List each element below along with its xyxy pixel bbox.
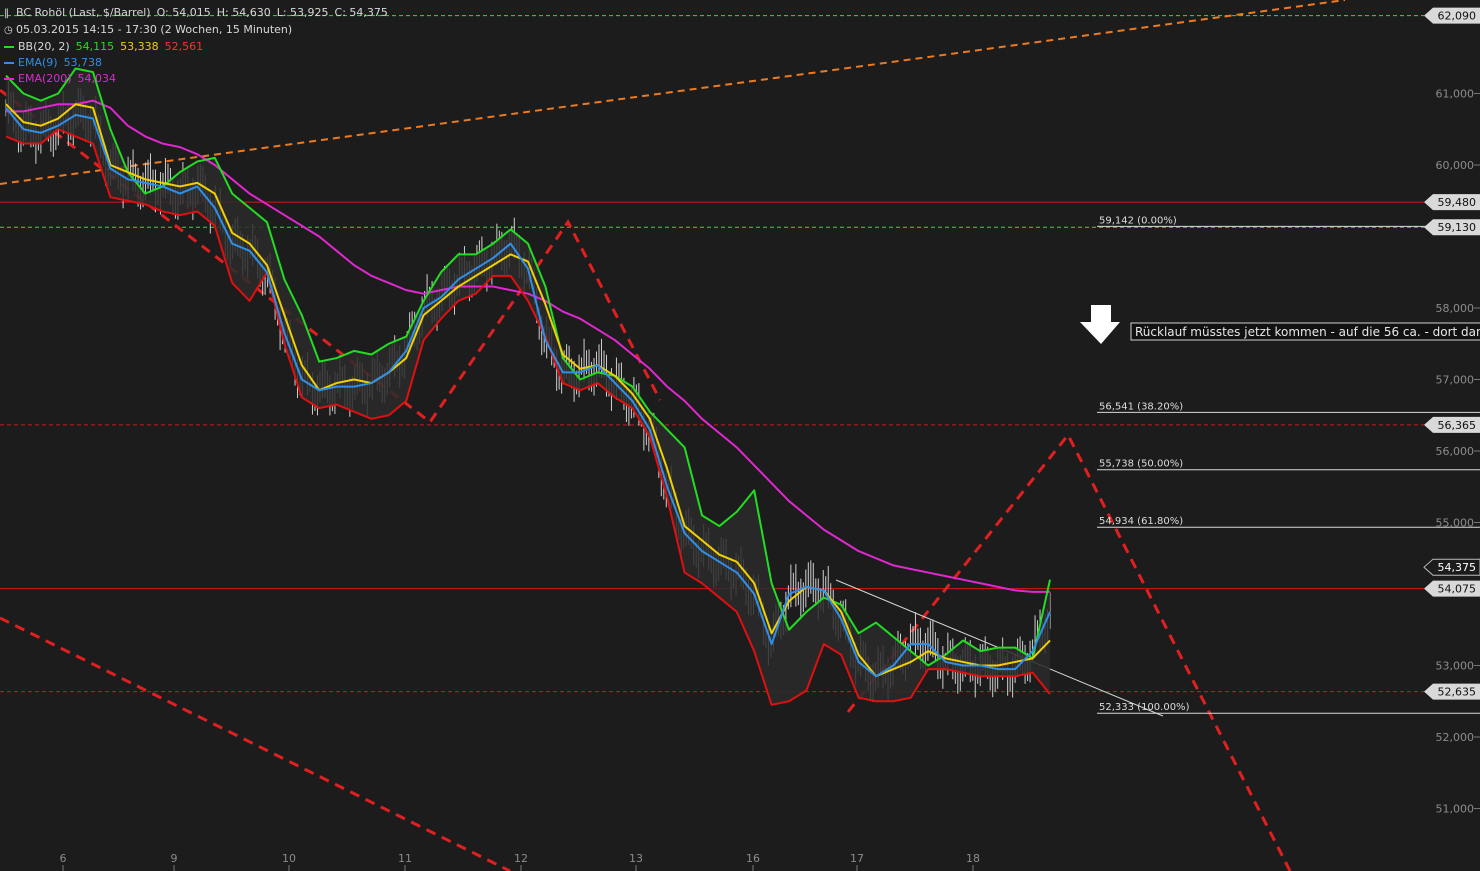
annotation-box[interactable]: Rücklauf müsstes jetzt kommen - auf die … [1130, 322, 1480, 341]
bars-icon: ‖ [4, 8, 9, 19]
x-tick-label: 18 [966, 852, 980, 865]
y-tick-label: 57,000 [1436, 374, 1475, 387]
fib-level-label: 59,142 (0.00%) [1099, 215, 1177, 226]
price-tag-label: 62,090 [1438, 10, 1477, 23]
bb-lower-value: 52,561 [164, 40, 204, 53]
x-tick-label: 13 [629, 852, 643, 865]
instrument-name: BC Rohöl (Last, $/Barrel) [16, 6, 151, 19]
y-tick-label: 61,000 [1436, 88, 1475, 101]
legend-ema9-row: EMA(9) 53,738 [4, 55, 388, 71]
chart-legend: ‖ BC Rohöl (Last, $/Barrel) O: 54,015 H: 54… [4, 5, 388, 87]
x-tick-label: 16 [746, 852, 760, 865]
price-tag-label: 59,480 [1438, 196, 1477, 209]
fib-level-label: 56,541 (38.20%) [1099, 401, 1183, 412]
period-text: 05.03.2015 14:15 - 17:30 (2 Wochen, 15 M… [16, 23, 293, 36]
price-tag-label: 54,075 [1438, 583, 1477, 596]
down-arrow-icon [1080, 305, 1120, 344]
price-tag-label: 56,365 [1438, 419, 1477, 432]
annotation-text: Rücklauf müsstes jetzt kommen - auf die … [1135, 325, 1480, 339]
bb-upper-value: 54,115 [75, 40, 115, 53]
x-tick-label: 17 [850, 852, 864, 865]
x-tick-label: 11 [398, 852, 412, 865]
y-tick-label: 60,000 [1436, 159, 1475, 172]
price-tag: 62,090 [1424, 7, 1480, 24]
legend-ema200-row: EMA(200) 54,034 [4, 71, 388, 87]
ohlc-close: C: 54,375 [334, 6, 388, 19]
clock-icon: ◷ [4, 25, 13, 36]
bb-marker-icon [4, 46, 14, 48]
price-tag-label: 54,375 [1438, 561, 1477, 574]
price-tag-label: 59,130 [1438, 221, 1477, 234]
bollinger-band-area [6, 68, 1050, 705]
fib-level-label: 55,738 (50.00%) [1099, 459, 1183, 470]
legend-period-row: ◷ 05.03.2015 14:15 - 17:30 (2 Wochen, 15 … [4, 22, 388, 39]
price-tag: 59,130 [1424, 219, 1480, 236]
ema9-value: 53,738 [63, 56, 103, 69]
ohlc-low: L: 53,925 [276, 6, 329, 19]
ema9-marker-icon [4, 62, 14, 64]
y-tick-label: 58,000 [1436, 302, 1475, 315]
ema9-name: EMA(9) [18, 56, 58, 69]
fib-level-label: 54,934 (61.80%) [1099, 516, 1183, 527]
price-tag: 54,075 [1424, 580, 1480, 597]
ohlc-open: O: 54,015 [156, 6, 211, 19]
ohlc-high: H: 54,630 [216, 6, 271, 19]
bb-name: BB(20, 2) [18, 40, 70, 53]
y-tick-label: 56,000 [1436, 445, 1475, 458]
price-tag-label: 52,635 [1438, 686, 1477, 699]
ema200-marker-icon [4, 78, 14, 80]
x-tick-label: 6 [60, 852, 67, 865]
x-tick-label: 10 [282, 852, 296, 865]
lower-trend-line [0, 616, 511, 871]
price-tag: 59,480 [1424, 194, 1480, 211]
y-tick-label: 52,000 [1436, 731, 1475, 744]
price-tag: 52,635 [1424, 683, 1480, 700]
ema200-name: EMA(200) [18, 72, 72, 85]
price-tag: 56,365 [1424, 416, 1480, 433]
price-chart[interactable]: 59,142 (0.00%) 56,541 (38.20%) 55,738 (50.… [0, 0, 1480, 871]
legend-instrument-row: ‖ BC Rohöl (Last, $/Barrel) O: 54,015 H: 54… [4, 5, 388, 22]
x-tick-label: 12 [514, 852, 528, 865]
legend-bb-row: BB(20, 2) 54,115 53,338 52,561 [4, 39, 388, 55]
fib-level-label: 52,333 (100.00%) [1099, 702, 1190, 713]
y-tick-label: 53,000 [1436, 660, 1475, 673]
bb-mid-value: 53,338 [120, 40, 159, 53]
x-tick-label: 9 [171, 852, 178, 865]
y-tick-label: 55,000 [1436, 517, 1475, 530]
ema200-value: 54,034 [77, 72, 117, 85]
series-line [5, 67, 1051, 667]
price-tag: 54,375 [1423, 558, 1480, 576]
y-tick-label: 51,000 [1436, 803, 1475, 816]
